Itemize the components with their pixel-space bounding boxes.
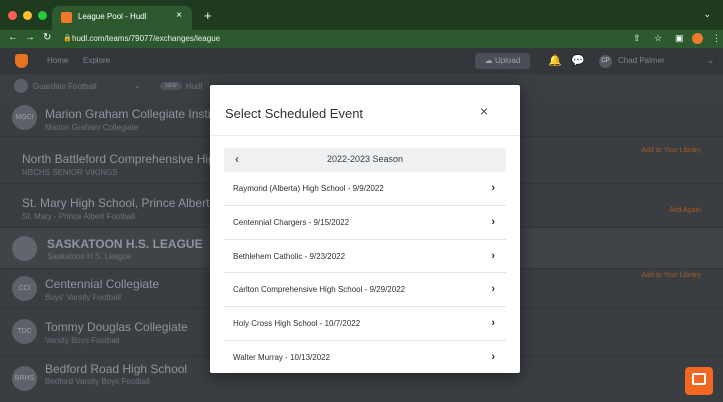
add-to-library-link[interactable]: Add to Your Library [641, 147, 701, 154]
team-badge: CCI [12, 276, 37, 301]
lock-icon: 🔒 [63, 35, 72, 42]
event-label: Carlton Comprehensive High School - 9/29… [233, 285, 406, 295]
hudl-nav-link[interactable]: Hudl [186, 82, 202, 91]
team-subtitle: Varsity Boys Football [45, 336, 120, 345]
minimize-window-button[interactable] [23, 11, 32, 20]
browser-menu-icon[interactable]: ⋮ [712, 33, 721, 44]
league-name: SASKATOON H.S. LEAGUE [47, 237, 203, 251]
season-label: 2022-2023 Season [326, 154, 404, 164]
profile-icon[interactable] [692, 33, 703, 44]
upload-label: Upload [494, 56, 521, 65]
event-item[interactable]: Holy Cross High School - 10/7/2022 › [224, 307, 506, 341]
new-tab-icon[interactable]: + [204, 8, 212, 23]
new-badge: NEW [160, 82, 182, 90]
event-label: Centennial Chargers - 9/15/2022 [233, 217, 350, 227]
back-arrow-icon[interactable]: ← [8, 32, 18, 43]
bookmark-star-icon[interactable]: ☆ [654, 33, 662, 44]
window-controls [8, 11, 47, 20]
modal-divider [210, 135, 520, 136]
team-name[interactable]: Guardian Football [33, 82, 97, 91]
url-input[interactable]: hudl.com/teams/79077/exchanges/league [72, 34, 220, 43]
team-subtitle: NBCHS SENIOR VIKINGS [22, 168, 118, 177]
team-badge: TDC [12, 319, 37, 344]
notifications-bell-icon[interactable]: 🔔 [548, 54, 562, 67]
team-subtitle: Boys' Varsity Football [45, 293, 122, 302]
league-logo-icon [12, 236, 37, 261]
close-icon[interactable]: × [480, 103, 488, 119]
event-label: Holy Cross High School - 10/7/2022 [233, 319, 361, 329]
forward-arrow-icon[interactable]: → [25, 32, 35, 43]
messages-icon[interactable]: 💬 [571, 54, 585, 67]
help-chat-button[interactable] [685, 367, 713, 395]
chevron-right-icon: › [491, 182, 495, 194]
team-badge: MGCI [12, 105, 37, 130]
team-name: Tommy Douglas Collegiate [45, 320, 188, 334]
browser-tab[interactable]: League Pool - Hudl × [52, 6, 192, 30]
team-subtitle: St. Mary - Prince Albert Football [22, 212, 135, 221]
team-subtitle: Bedford Varsity Boys Football [45, 377, 150, 386]
tab-close-icon[interactable]: × [176, 10, 182, 21]
add-to-library-link[interactable]: Add to Your Library [641, 272, 701, 279]
season-selector: ‹ 2022-2023 Season [224, 148, 506, 172]
event-item[interactable]: Centennial Chargers - 9/15/2022 › [224, 206, 506, 240]
explore-link[interactable]: Explore [83, 56, 110, 65]
close-window-button[interactable] [8, 11, 17, 20]
user-menu-chevron-icon[interactable]: ⌄ [707, 55, 715, 66]
address-bar: ← → ↻ 🔒 hudl.com/teams/79077/exchanges/l… [0, 30, 723, 48]
chevron-right-icon: › [491, 249, 495, 262]
team-subtitle: Marion Graham Collegiate [45, 123, 139, 132]
browser-tab-bar: League Pool - Hudl × + ⌄ [0, 0, 723, 30]
team-name: Centennial Collegiate [45, 277, 160, 291]
select-event-modal: Select Scheduled Event × ‹ 2022-2023 Sea… [210, 85, 520, 373]
reload-icon[interactable]: ↻ [43, 32, 51, 43]
event-item[interactable]: Carlton Comprehensive High School - 9/29… [224, 273, 506, 308]
team-logo-icon [14, 79, 28, 93]
team-badge: BRHS [12, 366, 37, 391]
chevron-right-icon: › [491, 215, 495, 228]
event-item[interactable]: Walter Murray - 10/13/2022 › [224, 341, 506, 373]
event-item[interactable]: Bethlehem Catholic - 9/23/2022 › [224, 240, 506, 274]
team-name: St. Mary High School, Prince Albert, Sa [22, 196, 231, 210]
app-header: Home Explore ☁ Upload 🔔 💬 CP Chad Palmer… [0, 48, 723, 74]
team-name: North Battleford Comprehensive High S [22, 152, 233, 166]
chat-bubble-icon [692, 373, 706, 385]
sidebar-toggle-icon[interactable]: ▣ [675, 33, 684, 44]
hudl-favicon-icon [61, 12, 72, 23]
tab-title: League Pool - Hudl [78, 12, 147, 21]
event-item[interactable]: Raymond (Alberta) High School - 9/9/2022… [224, 172, 506, 206]
share-icon[interactable]: ⇧ [633, 33, 641, 44]
chevron-right-icon: › [491, 283, 495, 296]
add-again-link[interactable]: Add Again [669, 207, 701, 214]
team-switch-chevron-icon[interactable]: ⌄ [134, 81, 141, 90]
maximize-window-button[interactable] [38, 11, 47, 20]
modal-title: Select Scheduled Event [225, 106, 364, 121]
league-subtitle: Saskatoon H.S. League [47, 252, 132, 261]
avatar[interactable]: CP [599, 55, 612, 68]
team-name: Bedford Road High School [45, 362, 188, 376]
upload-button[interactable]: ☁ Upload [475, 53, 530, 69]
tab-list-chevron-icon[interactable]: ⌄ [703, 9, 711, 20]
home-link[interactable]: Home [47, 56, 68, 65]
chevron-right-icon: › [491, 350, 495, 363]
event-label: Walter Murray - 10/13/2022 [233, 352, 331, 362]
event-list: Raymond (Alberta) High School - 9/9/2022… [224, 172, 506, 373]
event-label: Raymond (Alberta) High School - 9/9/2022 [233, 184, 384, 193]
hudl-logo-icon[interactable] [15, 54, 28, 68]
team-name: Marion Graham Collegiate Institute [45, 107, 231, 121]
event-label: Bethlehem Catholic - 9/23/2022 [233, 251, 346, 261]
user-name[interactable]: Chad Palmer [618, 56, 665, 65]
chevron-right-icon: › [491, 317, 495, 330]
